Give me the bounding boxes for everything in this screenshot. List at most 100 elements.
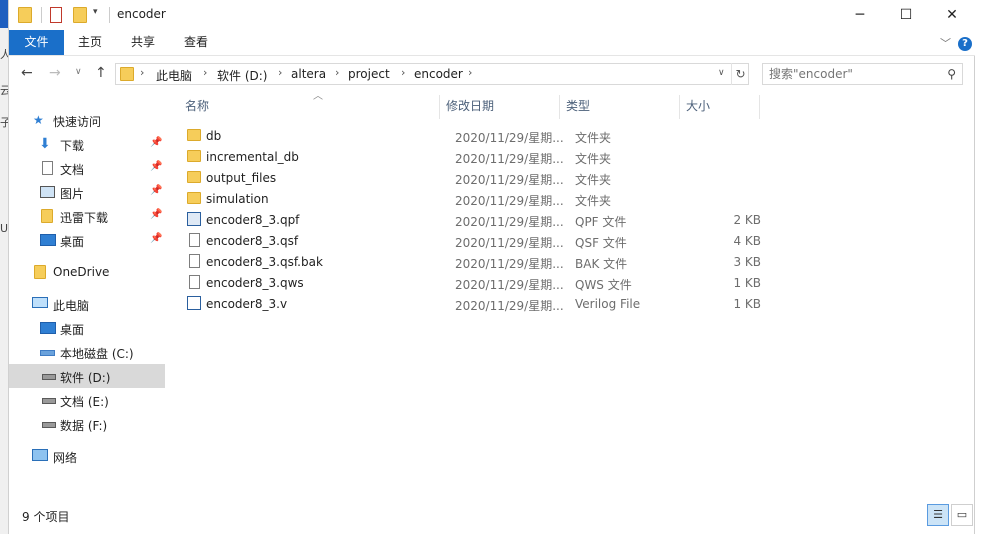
- column-date-modified[interactable]: 修改日期: [440, 93, 559, 119]
- file-row[interactable]: encoder8_3.qws 2020/11/29/星期... QWS 文件 1…: [179, 272, 779, 293]
- file-date: 2020/11/29/星期...: [455, 278, 563, 292]
- nav-quick-access[interactable]: ★ 快速访问: [9, 108, 165, 132]
- background-text: 人: [0, 46, 8, 62]
- refresh-icon[interactable]: ↻: [731, 63, 749, 85]
- file-row[interactable]: encoder8_3.qsf 2020/11/29/星期... QSF 文件 4…: [179, 230, 779, 251]
- tab-view[interactable]: 查看: [175, 30, 217, 55]
- column-divider[interactable]: [759, 95, 760, 119]
- pin-icon[interactable]: 📌: [150, 209, 162, 220]
- file-date: 2020/11/29/星期...: [455, 131, 563, 145]
- nav-desktop[interactable]: 桌面: [9, 316, 165, 340]
- address-history-dropdown-icon[interactable]: ∨: [718, 68, 725, 78]
- column-size[interactable]: 大小: [680, 93, 759, 119]
- breadcrumb-project[interactable]: project: [348, 67, 390, 81]
- breadcrumb-separator-icon[interactable]: ›: [335, 66, 339, 79]
- nav-drive-d[interactable]: 软件 (D:): [9, 364, 165, 388]
- folder-icon: [187, 192, 201, 204]
- file-row[interactable]: incremental_db 2020/11/29/星期... 文件夹: [179, 146, 779, 167]
- details-view-icon[interactable]: ☰: [927, 504, 949, 526]
- maximize-button[interactable]: ☐: [883, 0, 929, 30]
- file-row[interactable]: encoder8_3.v 2020/11/29/星期... Verilog Fi…: [179, 293, 779, 314]
- up-arrow-icon[interactable]: ↑: [95, 65, 107, 81]
- file-type: BAK 文件: [575, 257, 628, 271]
- breadcrumb-this-pc[interactable]: 此电脑: [156, 67, 192, 84]
- nav-xunlei-downloads[interactable]: 迅雷下载 📌: [9, 204, 165, 228]
- new-folder-icon[interactable]: [73, 7, 87, 23]
- pin-icon[interactable]: 📌: [150, 185, 162, 196]
- nav-downloads[interactable]: ⬇ 下载 📌: [9, 132, 165, 156]
- file-row[interactable]: encoder8_3.qpf 2020/11/29/星期... QPF 文件 2…: [179, 209, 779, 230]
- file-type: QPF 文件: [575, 215, 627, 229]
- back-arrow-icon[interactable]: ←: [21, 65, 33, 81]
- breadcrumb-encoder[interactable]: encoder: [414, 67, 463, 81]
- file-name: encoder8_3.qws: [206, 276, 304, 290]
- breadcrumb-altera[interactable]: altera: [291, 67, 326, 81]
- search-box[interactable]: ⚲: [762, 63, 963, 85]
- address-row: ← → ∨ ↑ › 此电脑 › 软件 (D:) › altera › proje…: [9, 56, 975, 92]
- file-row[interactable]: encoder8_3.qsf.bak 2020/11/29/星期... BAK …: [179, 251, 779, 272]
- minimize-button[interactable]: ─: [837, 0, 883, 30]
- expand-ribbon-icon[interactable]: ﹀: [940, 35, 951, 51]
- file-type: QSF 文件: [575, 236, 627, 250]
- recent-locations-icon[interactable]: ∨: [75, 67, 82, 77]
- tab-file[interactable]: 文件: [9, 30, 64, 55]
- file-row[interactable]: db 2020/11/29/星期... 文件夹: [179, 125, 779, 146]
- breadcrumb-drive-d[interactable]: 软件 (D:): [217, 67, 267, 84]
- breadcrumb-separator-icon[interactable]: ›: [468, 66, 472, 79]
- file-name: db: [206, 129, 222, 143]
- close-button[interactable]: ✕: [929, 0, 975, 30]
- nav-pictures[interactable]: 图片 📌: [9, 180, 165, 204]
- nav-label: 软件 (D:): [60, 371, 111, 385]
- drive-icon: [42, 398, 56, 404]
- nav-label: OneDrive: [53, 265, 110, 279]
- forward-arrow-icon[interactable]: →: [49, 65, 61, 81]
- document-icon: [189, 275, 200, 289]
- search-input[interactable]: [763, 64, 933, 84]
- file-size: 4 KB: [733, 234, 761, 248]
- pin-icon[interactable]: 📌: [150, 137, 162, 148]
- column-name[interactable]: 名称: [179, 93, 439, 119]
- file-row[interactable]: output_files 2020/11/29/星期... 文件夹: [179, 167, 779, 188]
- nav-documents[interactable]: 文档 📌: [9, 156, 165, 180]
- large-icons-view-icon[interactable]: ▭: [951, 504, 973, 526]
- nav-this-pc[interactable]: 此电脑: [9, 292, 165, 316]
- pin-icon[interactable]: 📌: [150, 233, 162, 244]
- file-type: Verilog File: [575, 297, 641, 311]
- customize-toolbar-icon[interactable]: ▾: [93, 7, 98, 23]
- file-date: 2020/11/29/星期...: [455, 299, 563, 313]
- search-icon[interactable]: ⚲: [947, 67, 956, 81]
- tab-home[interactable]: 主页: [69, 30, 111, 55]
- nav-label: 数据 (F:): [60, 419, 108, 433]
- nav-desktop-pinned[interactable]: 桌面 📌: [9, 228, 165, 252]
- file-name: simulation: [206, 192, 269, 206]
- address-bar[interactable]: › 此电脑 › 软件 (D:) › altera › project › enc…: [115, 63, 749, 85]
- nav-onedrive[interactable]: OneDrive: [9, 260, 165, 284]
- breadcrumb-separator-icon[interactable]: ›: [203, 66, 207, 79]
- file-type: QWS 文件: [575, 278, 632, 292]
- nav-drive-f[interactable]: 数据 (F:): [9, 412, 165, 436]
- computer-icon: [32, 297, 48, 308]
- help-icon[interactable]: ?: [958, 37, 972, 51]
- nav-drive-c[interactable]: 本地磁盘 (C:): [9, 340, 165, 364]
- nav-label: 文档 (E:): [60, 395, 109, 409]
- toolbar-divider: [41, 7, 42, 23]
- file-size: 1 KB: [733, 297, 761, 311]
- file-name: output_files: [206, 171, 277, 185]
- nav-network[interactable]: 网络: [9, 444, 165, 468]
- breadcrumb-separator-icon[interactable]: ›: [401, 66, 405, 79]
- file-row[interactable]: simulation 2020/11/29/星期... 文件夹: [179, 188, 779, 209]
- column-header: ︿ 名称 修改日期 类型 大小: [179, 91, 779, 119]
- properties-icon[interactable]: [50, 7, 62, 23]
- pin-icon[interactable]: 📌: [150, 161, 162, 172]
- nav-drive-e[interactable]: 文档 (E:): [9, 388, 165, 412]
- file-type: 文件夹: [575, 131, 612, 145]
- nav-label: 桌面: [60, 235, 85, 249]
- file-date: 2020/11/29/星期...: [455, 194, 563, 208]
- folder-icon: [187, 171, 201, 183]
- file-type: 文件夹: [575, 152, 612, 166]
- file-name: encoder8_3.qpf: [206, 213, 300, 227]
- column-type[interactable]: 类型: [560, 93, 679, 119]
- tab-share[interactable]: 共享: [122, 30, 164, 55]
- breadcrumb-separator-icon[interactable]: ›: [140, 66, 144, 79]
- breadcrumb-separator-icon[interactable]: ›: [278, 66, 282, 79]
